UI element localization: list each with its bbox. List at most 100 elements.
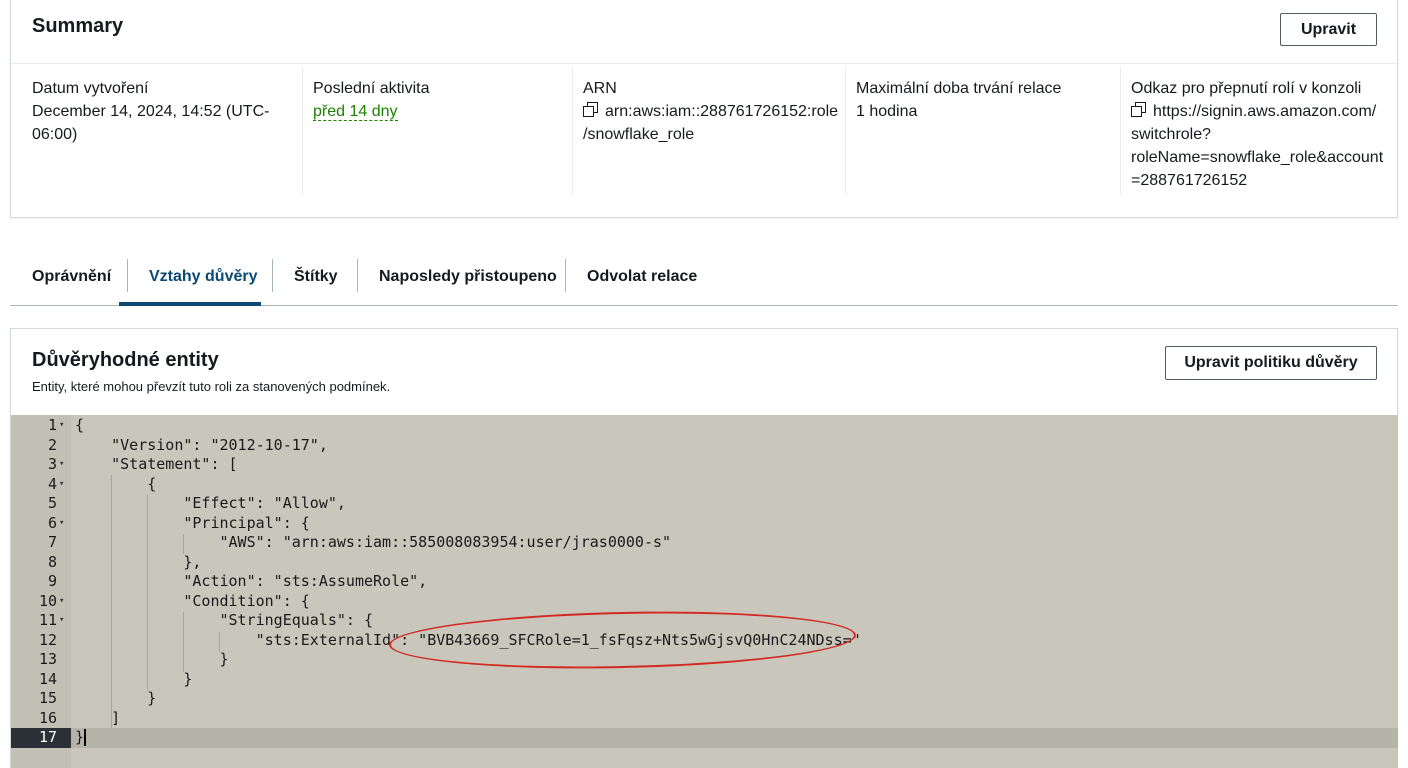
summary-title: Summary (32, 15, 124, 37)
line-number: 13 (38, 650, 57, 668)
code-line[interactable]: 12 "sts:ExternalId": "BVB43669_SFCRole=1… (11, 631, 1398, 651)
code-line[interactable]: 2 "Version": "2012-10-17", (11, 436, 1398, 456)
max-session-label: Maximální doba trvání relace (856, 80, 1062, 97)
line-text: "Effect": "Allow", (75, 494, 346, 512)
code-line[interactable]: 1 ▾ { (11, 416, 1398, 436)
line-number: 4 (47, 474, 57, 493)
column-divider (1120, 67, 1121, 195)
fold-arrow-icon[interactable]: ▾ (59, 611, 69, 631)
edit-button[interactable]: Upravit (1280, 13, 1377, 46)
line-number: 2 (47, 435, 57, 454)
tab-permissions[interactable]: Oprávnění (32, 248, 111, 305)
line-text: ] (75, 708, 121, 727)
line-text: } (75, 669, 193, 688)
copy-icon[interactable] (1131, 102, 1147, 118)
line-text: "Version": "2012-10-17", (75, 435, 328, 454)
fold-arrow-icon[interactable]: ▾ (59, 416, 69, 436)
fold-arrow-icon[interactable]: ▾ (59, 592, 69, 612)
switch-role-link-field: Odkaz pro přepnutí rolí v konzoli https:… (1131, 65, 1393, 195)
code-line[interactable]: 8 }, (11, 553, 1398, 573)
last-activity-label: Poslední aktivita (313, 80, 430, 97)
line-number: 5 (47, 494, 57, 512)
code-line[interactable]: 16 ] (11, 709, 1398, 729)
trusted-entities-title: Důvěryhodné entity (32, 349, 219, 371)
active-tab-indicator (119, 302, 261, 306)
edit-trust-policy-button[interactable]: Upravit politiku důvěry (1165, 346, 1377, 380)
last-activity-value[interactable]: před 14 dny (313, 103, 398, 121)
line-text: } (75, 689, 157, 707)
tab-separator (127, 259, 128, 292)
code-line[interactable]: 3 ▾ "Statement": [ (11, 455, 1398, 475)
code-line[interactable]: 14 } (11, 670, 1398, 690)
code-line[interactable]: 4 ▾ { (11, 475, 1398, 495)
line-text: "sts:ExternalId": "BVB43669_SFCRole=1_fs… (75, 630, 861, 649)
code-lines: 1 ▾{2 "Version": "2012-10-17", 3 ▾ "Stateme… (11, 416, 1398, 748)
max-session-value: 1 hodina (856, 103, 918, 120)
tab-revoke-sessions[interactable]: Odvolat relace (587, 248, 697, 305)
line-number: 7 (47, 533, 57, 551)
code-line[interactable]: 9 "Action": "sts:AssumeRole", (11, 572, 1398, 592)
tab-trust-relationships[interactable]: Vztahy důvěry (149, 248, 257, 305)
created-date-value-line1: December 14, 2024, 14:52 (UTC- (32, 103, 270, 120)
trusted-entities-description: Entity, které mohou převzít tuto roli za… (32, 379, 391, 394)
created-date-value-line2: 06:00) (32, 126, 78, 143)
arn-value-line2: /snowflake_role (583, 126, 695, 143)
line-text: { (75, 416, 85, 434)
text-cursor (84, 729, 86, 746)
column-divider (572, 67, 573, 195)
line-text: "Statement": [ (75, 455, 238, 473)
tab-separator (357, 259, 358, 292)
line-text: { (75, 474, 157, 493)
arn-label: ARN (583, 80, 617, 97)
trusted-entities-panel: Důvěryhodné entity Entity, které mohou p… (10, 328, 1398, 768)
created-date-label: Datum vytvoření (32, 80, 149, 97)
policy-code-editor[interactable]: 1 ▾{2 "Version": "2012-10-17", 3 ▾ "Stateme… (11, 415, 1398, 768)
line-text: }, (75, 552, 202, 571)
switch-role-link-line4[interactable]: =288761726152 (1131, 169, 1393, 192)
line-number: 6 (47, 513, 57, 532)
created-date-field: Datum vytvoření December 14, 2024, 14:52… (32, 65, 292, 195)
fold-arrow-icon[interactable]: ▾ (59, 475, 69, 495)
fold-arrow-icon[interactable]: ▾ (59, 455, 69, 475)
line-text: "Condition": { (75, 591, 310, 610)
line-number: 17 (11, 728, 71, 748)
max-session-field: Maximální doba trvání relace 1 hodina (856, 65, 1118, 195)
line-number: 8 (47, 552, 57, 571)
tab-tags[interactable]: Štítky (294, 248, 338, 305)
tab-last-accessed[interactable]: Naposledy přistoupeno (379, 248, 557, 305)
tab-separator (565, 259, 566, 292)
line-text: "Action": "sts:AssumeRole", (75, 572, 428, 590)
code-line[interactable]: 17} (11, 728, 1398, 748)
summary-header: Summary Upravit (11, 0, 1397, 64)
code-line[interactable]: 6 ▾ "Principal": { (11, 514, 1398, 534)
column-divider (302, 67, 303, 195)
line-number: 9 (47, 572, 57, 590)
line-number: 14 (38, 669, 57, 688)
line-text: } (75, 728, 85, 746)
code-line[interactable]: 13 } (11, 650, 1398, 670)
line-text: "AWS": "arn:aws:iam::585008083954:user/j… (75, 533, 672, 551)
line-number: 3 (47, 455, 57, 473)
arn-value-line1: arn:aws:iam::288761726152:role (605, 103, 839, 120)
line-number: 15 (38, 689, 57, 707)
code-line[interactable]: 11 ▾ "StringEquals": { (11, 611, 1398, 631)
arn-field: ARN arn:aws:iam::288761726152:role /snow… (583, 65, 845, 195)
line-number: 10 (38, 591, 57, 610)
line-text: } (75, 650, 229, 668)
switch-role-link-line2[interactable]: switchrole? (1131, 123, 1393, 146)
code-line[interactable]: 15 } (11, 689, 1398, 709)
code-line[interactable]: 7 "AWS": "arn:aws:iam::585008083954:user… (11, 533, 1398, 553)
line-text: "StringEquals": { (75, 611, 374, 629)
summary-details: Datum vytvoření December 14, 2024, 14:52… (11, 65, 1397, 195)
summary-panel: Summary Upravit Datum vytvoření December… (10, 0, 1398, 218)
copy-icon[interactable] (583, 102, 599, 118)
fold-arrow-icon[interactable]: ▾ (59, 514, 69, 534)
switch-role-link-line1[interactable]: https://signin.aws.amazon.com/ (1153, 103, 1376, 120)
switch-role-link-line3[interactable]: roleName=snowflake_role&account (1131, 146, 1393, 169)
code-line[interactable]: 5 "Effect": "Allow", (11, 494, 1398, 514)
tab-bar: Oprávnění Vztahy důvěry Štítky Naposledy… (10, 248, 1398, 306)
line-number: 11 (38, 611, 57, 629)
code-line[interactable]: 10 ▾ "Condition": { (11, 592, 1398, 612)
switch-role-link-label: Odkaz pro přepnutí rolí v konzoli (1131, 80, 1362, 97)
line-number: 1 (47, 416, 57, 434)
